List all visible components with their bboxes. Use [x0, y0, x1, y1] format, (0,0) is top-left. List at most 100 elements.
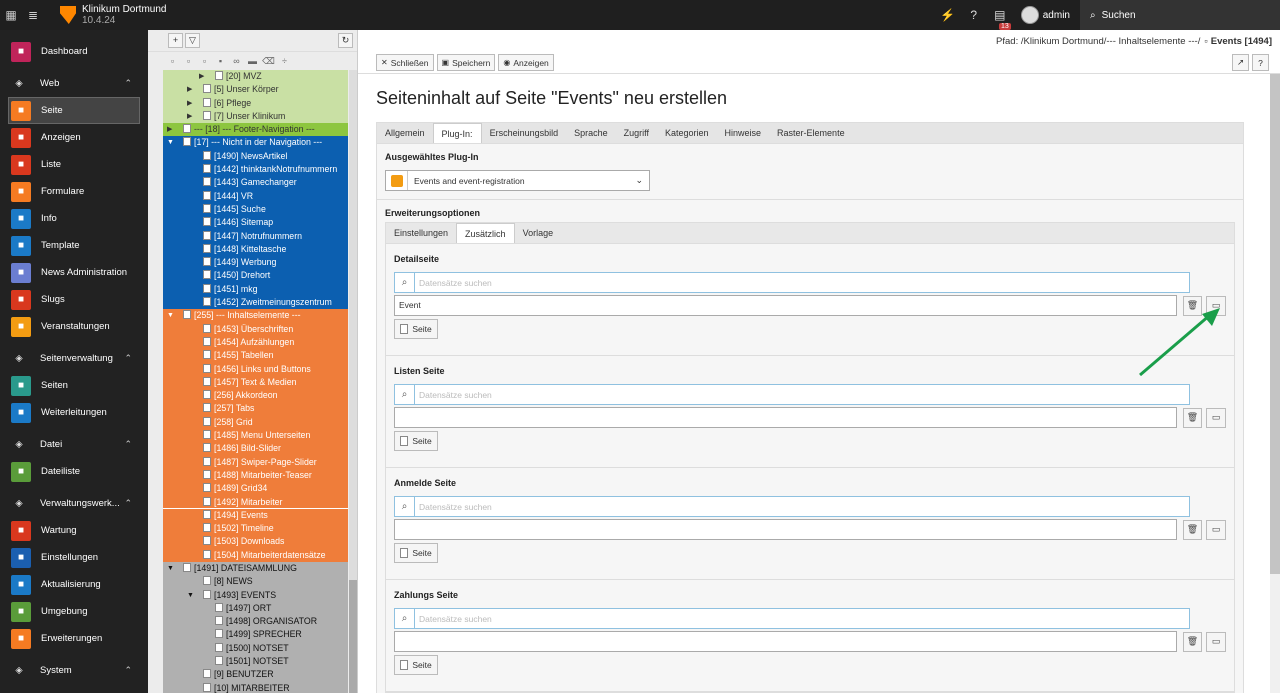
folder-icon[interactable]: ▬ [246, 56, 259, 66]
tree-item[interactable]: [1448] Kitteltasche [163, 242, 348, 257]
menu-group-11[interactable]: ◈ Seitenverwaltung ⌃ [0, 345, 148, 372]
trash-icon[interactable]: 🗑 [1182, 407, 1203, 428]
user-name[interactable]: admin [1043, 10, 1070, 21]
menu-item-9[interactable]: ■ Slugs [0, 286, 148, 313]
menu-group-14[interactable]: ◈ Datei ⌃ [0, 431, 148, 458]
save-button[interactable]: ▣ Speichern [436, 54, 496, 71]
tree-item[interactable]: [1485] Menu Unterseiten [163, 429, 348, 443]
menu-item-10[interactable]: ■ Veranstaltungen [0, 313, 148, 340]
tree-item[interactable]: [1443] Gamechanger [163, 176, 348, 190]
tree-item[interactable]: ▼ [17] --- Nicht in der Navigation --- [163, 136, 348, 150]
tab-1[interactable]: Plug-In: [432, 123, 482, 143]
menu-item-19[interactable]: ■ Aktualisierung [0, 571, 148, 598]
record-search-input[interactable]: ⌕ Datensätze suchen [394, 272, 1190, 293]
tree-toggle-icon[interactable]: ▼ [167, 309, 174, 322]
tree-scrollbar[interactable] [349, 70, 357, 693]
page-browse-button[interactable]: Seite [394, 431, 438, 451]
menu-item-4[interactable]: ■ Liste [0, 151, 148, 178]
tree-item[interactable]: [1503] Downloads [163, 535, 348, 549]
tree-item[interactable]: [1447] Notrufnummern [163, 229, 348, 243]
link-icon[interactable]: ∞ [230, 56, 243, 66]
selected-records-field[interactable]: Event [394, 295, 1177, 316]
tree-item[interactable]: [1486] Bild-Slider [163, 442, 348, 456]
trash-icon[interactable]: 🗑 [1182, 631, 1203, 652]
selected-records-field[interactable] [394, 407, 1177, 428]
tree-item[interactable]: [1442] thinktankNotrufnummern [163, 163, 348, 177]
record-search-input[interactable]: ⌕ Datensätze suchen [394, 608, 1190, 629]
selected-records-field[interactable] [394, 631, 1177, 652]
menu-group-22[interactable]: ◈ System ⌃ [0, 657, 148, 684]
menu-group-1[interactable]: ◈ Web ⌃ [0, 70, 148, 97]
tree-item[interactable]: ▼ [1491] DATEISAMMLUNG [163, 561, 348, 576]
page-browse-button[interactable]: Seite [394, 655, 438, 675]
site-logo[interactable]: Klinikum Dortmund 10.4.24 [60, 4, 166, 26]
avatar[interactable] [1020, 6, 1039, 24]
open-new-window-button[interactable]: ↗ [1232, 54, 1249, 71]
subtab-2[interactable]: Vorlage [515, 223, 562, 243]
tree-item[interactable]: [8] NEWS [163, 575, 348, 589]
tree-item[interactable]: ▶ --- [18] --- Footer-Navigation --- [163, 123, 348, 137]
tree-toggle-icon[interactable]: ▶ [199, 70, 204, 83]
menu-item-0[interactable]: ■ Dashboard [0, 38, 148, 65]
folder-icon[interactable]: ▭ [1206, 631, 1226, 652]
tree-item[interactable]: [1498] ORGANISATOR [163, 615, 348, 629]
tree-item[interactable]: [1504] Mitarbeiterdatensätze [163, 548, 348, 562]
menu-item-15[interactable]: ■ Dateiliste [0, 458, 148, 485]
refresh-icon[interactable]: ↻ [338, 33, 353, 48]
tree-item[interactable]: [1456] Links und Buttons [163, 362, 348, 376]
tree-item[interactable]: [1490] NewsArtikel [163, 149, 348, 164]
menu-item-7[interactable]: ■ Template [0, 232, 148, 259]
tree-item[interactable]: [1502] Timeline [163, 522, 348, 536]
tree-item[interactable]: [1501] NOTSET [163, 655, 348, 669]
menu-item-6[interactable]: ■ Info [0, 205, 148, 232]
menu-item-20[interactable]: ■ Umgebung [0, 598, 148, 625]
tree-item[interactable]: [1454] Aufzählungen [163, 335, 348, 350]
view-button[interactable]: ◉ Anzeigen [498, 54, 554, 71]
page-browse-button[interactable]: Seite [394, 543, 438, 563]
subtab-0[interactable]: Einstellungen [386, 223, 456, 243]
tree-toggle-icon[interactable]: ▼ [167, 136, 174, 149]
tree-item[interactable]: [1492] Mitarbeiter [163, 495, 348, 509]
tab-0[interactable]: Allgemein [377, 123, 433, 143]
tree-toggle-icon[interactable]: ▶ [187, 97, 192, 110]
folder-icon[interactable]: ▭ [1206, 407, 1226, 428]
close-button[interactable]: ✕ Schließen [376, 54, 434, 71]
tree-item[interactable]: [1446] Sitemap [163, 216, 348, 230]
tree-toggle-icon[interactable]: ▶ [187, 110, 192, 123]
tab-4[interactable]: Zugriff [616, 123, 657, 143]
page-type-icon[interactable]: ▫ [166, 56, 179, 66]
menu-group-16[interactable]: ◈ Verwaltungswerk... ⌃ [0, 490, 148, 517]
tree-item[interactable]: [1489] Grid34 [163, 482, 348, 496]
tree-item[interactable]: [1500] NOTSET [163, 641, 348, 656]
plugin-select[interactable]: Events and event-registration ⌄ [385, 170, 650, 191]
tree-item[interactable]: [1455] Tabellen [163, 349, 348, 363]
folder-icon[interactable]: ▭ [1206, 519, 1226, 540]
menu-item-3[interactable]: ■ Anzeigen [0, 124, 148, 151]
subtab-1[interactable]: Zusätzlich [456, 223, 515, 243]
tree-toggle-icon[interactable]: ≣ [22, 0, 44, 30]
tree-item[interactable]: [1444] VR [163, 189, 348, 203]
tree-item[interactable]: [1494] Events [163, 507, 348, 524]
task-icon[interactable]: ▤ 13 [987, 8, 1013, 30]
tree-item[interactable]: [1451] mkg [163, 282, 348, 297]
page-type-icon[interactable]: ▫ [198, 56, 211, 66]
trash-icon[interactable]: ⌫ [262, 56, 275, 67]
tree-toggle-icon[interactable]: ▶ [187, 83, 192, 96]
help-button[interactable]: ? [1252, 54, 1269, 71]
record-search-input[interactable]: ⌕ Datensätze suchen [394, 384, 1190, 405]
tab-2[interactable]: Erscheinungsbild [482, 123, 567, 143]
help-icon[interactable]: ? [961, 8, 987, 22]
new-page-icon[interactable]: + [168, 33, 183, 48]
trash-icon[interactable]: 🗑 [1182, 519, 1203, 540]
tree-item[interactable]: ▶ [5] Unser Körper [163, 83, 348, 97]
menu-item-17[interactable]: ■ Wartung [0, 517, 148, 544]
tree-item[interactable]: ▶ [6] Pflege [163, 96, 348, 110]
tree-toggle-icon[interactable]: ▼ [167, 562, 174, 575]
tree-item[interactable]: ▼ [1493] EVENTS [163, 588, 348, 602]
main-scrollbar[interactable] [1270, 74, 1280, 693]
tree-item[interactable]: [1488] Mitarbeiter-Teaser [163, 468, 348, 483]
flash-icon[interactable]: ⚡ [935, 8, 961, 22]
tree-item[interactable]: ▶ [7] Unser Klinikum [163, 109, 348, 124]
page-type-icon[interactable]: ▫ [182, 56, 195, 66]
tree-item[interactable]: [1457] Text & Medien [163, 375, 348, 390]
